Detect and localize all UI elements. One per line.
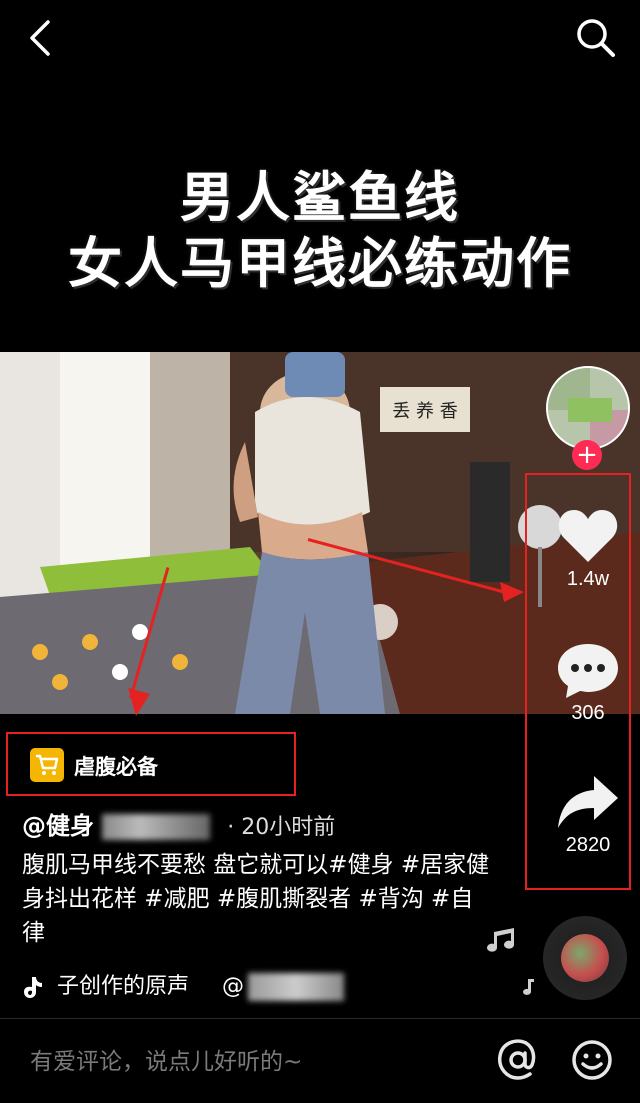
video-title-overlay: 男人鲨鱼线 女人马甲线必练动作 xyxy=(0,165,640,297)
post-time: · 20小时前 xyxy=(227,815,336,840)
shopping-cart-icon xyxy=(36,754,59,775)
mention-button[interactable] xyxy=(496,1038,540,1082)
share-arrow-icon xyxy=(558,776,618,828)
search-icon xyxy=(577,19,615,57)
follow-button[interactable]: + xyxy=(572,440,602,470)
svg-text:丢 养 香: 丢 养 香 xyxy=(392,401,457,422)
plus-icon: + xyxy=(576,440,598,470)
search-button[interactable] xyxy=(574,16,618,60)
emoji-button[interactable] xyxy=(570,1038,614,1082)
author-line: @健身 · 20小时前 xyxy=(22,806,336,840)
author-avatar[interactable] xyxy=(546,366,630,450)
video-title-line-1: 男人鲨鱼线 xyxy=(180,166,460,229)
music-disc[interactable] xyxy=(543,916,627,1000)
comment-bubble-icon xyxy=(558,644,618,698)
music-disc-cover xyxy=(561,934,609,982)
tiktok-note-icon xyxy=(24,977,42,998)
comment-button[interactable]: 306 xyxy=(545,640,631,725)
music-note-icon-small xyxy=(523,979,534,995)
annotation-arrowhead-2 xyxy=(128,688,150,716)
video-title-line-2: 女人马甲线必练动作 xyxy=(68,232,572,295)
divider xyxy=(0,1018,640,1019)
share-count: 2820 xyxy=(565,834,611,856)
author-name-blur xyxy=(101,814,210,840)
comment-input[interactable] xyxy=(30,1042,470,1082)
music-author-blur xyxy=(248,973,345,1001)
music-line[interactable]: 子创作的原声 @ xyxy=(22,968,345,1002)
share-button[interactable]: 2820 xyxy=(545,772,631,857)
post-description[interactable]: 腹肌马甲线不要愁 盘它就可以#健身 #居家健身抖出花样 #减肥 #腹肌撕裂者 #… xyxy=(22,848,492,950)
avatar-image xyxy=(548,368,628,448)
back-button[interactable] xyxy=(22,18,62,58)
author-name[interactable]: @健身 xyxy=(22,812,94,840)
like-button[interactable]: 1.4w xyxy=(545,506,631,591)
comment-count: 306 xyxy=(571,702,605,724)
top-bar xyxy=(0,0,640,80)
music-note-icon xyxy=(487,928,514,952)
emoji-icon xyxy=(572,1040,612,1080)
like-count: 1.4w xyxy=(566,568,610,590)
music-at: @ xyxy=(222,974,245,999)
music-title: 子创作的原声 xyxy=(57,974,190,999)
chevron-left-icon xyxy=(30,20,50,56)
shop-cart-badge[interactable] xyxy=(30,748,64,782)
at-icon xyxy=(498,1039,536,1080)
shop-label[interactable]: 虐腹必备 xyxy=(74,751,158,781)
heart-icon xyxy=(558,510,618,562)
